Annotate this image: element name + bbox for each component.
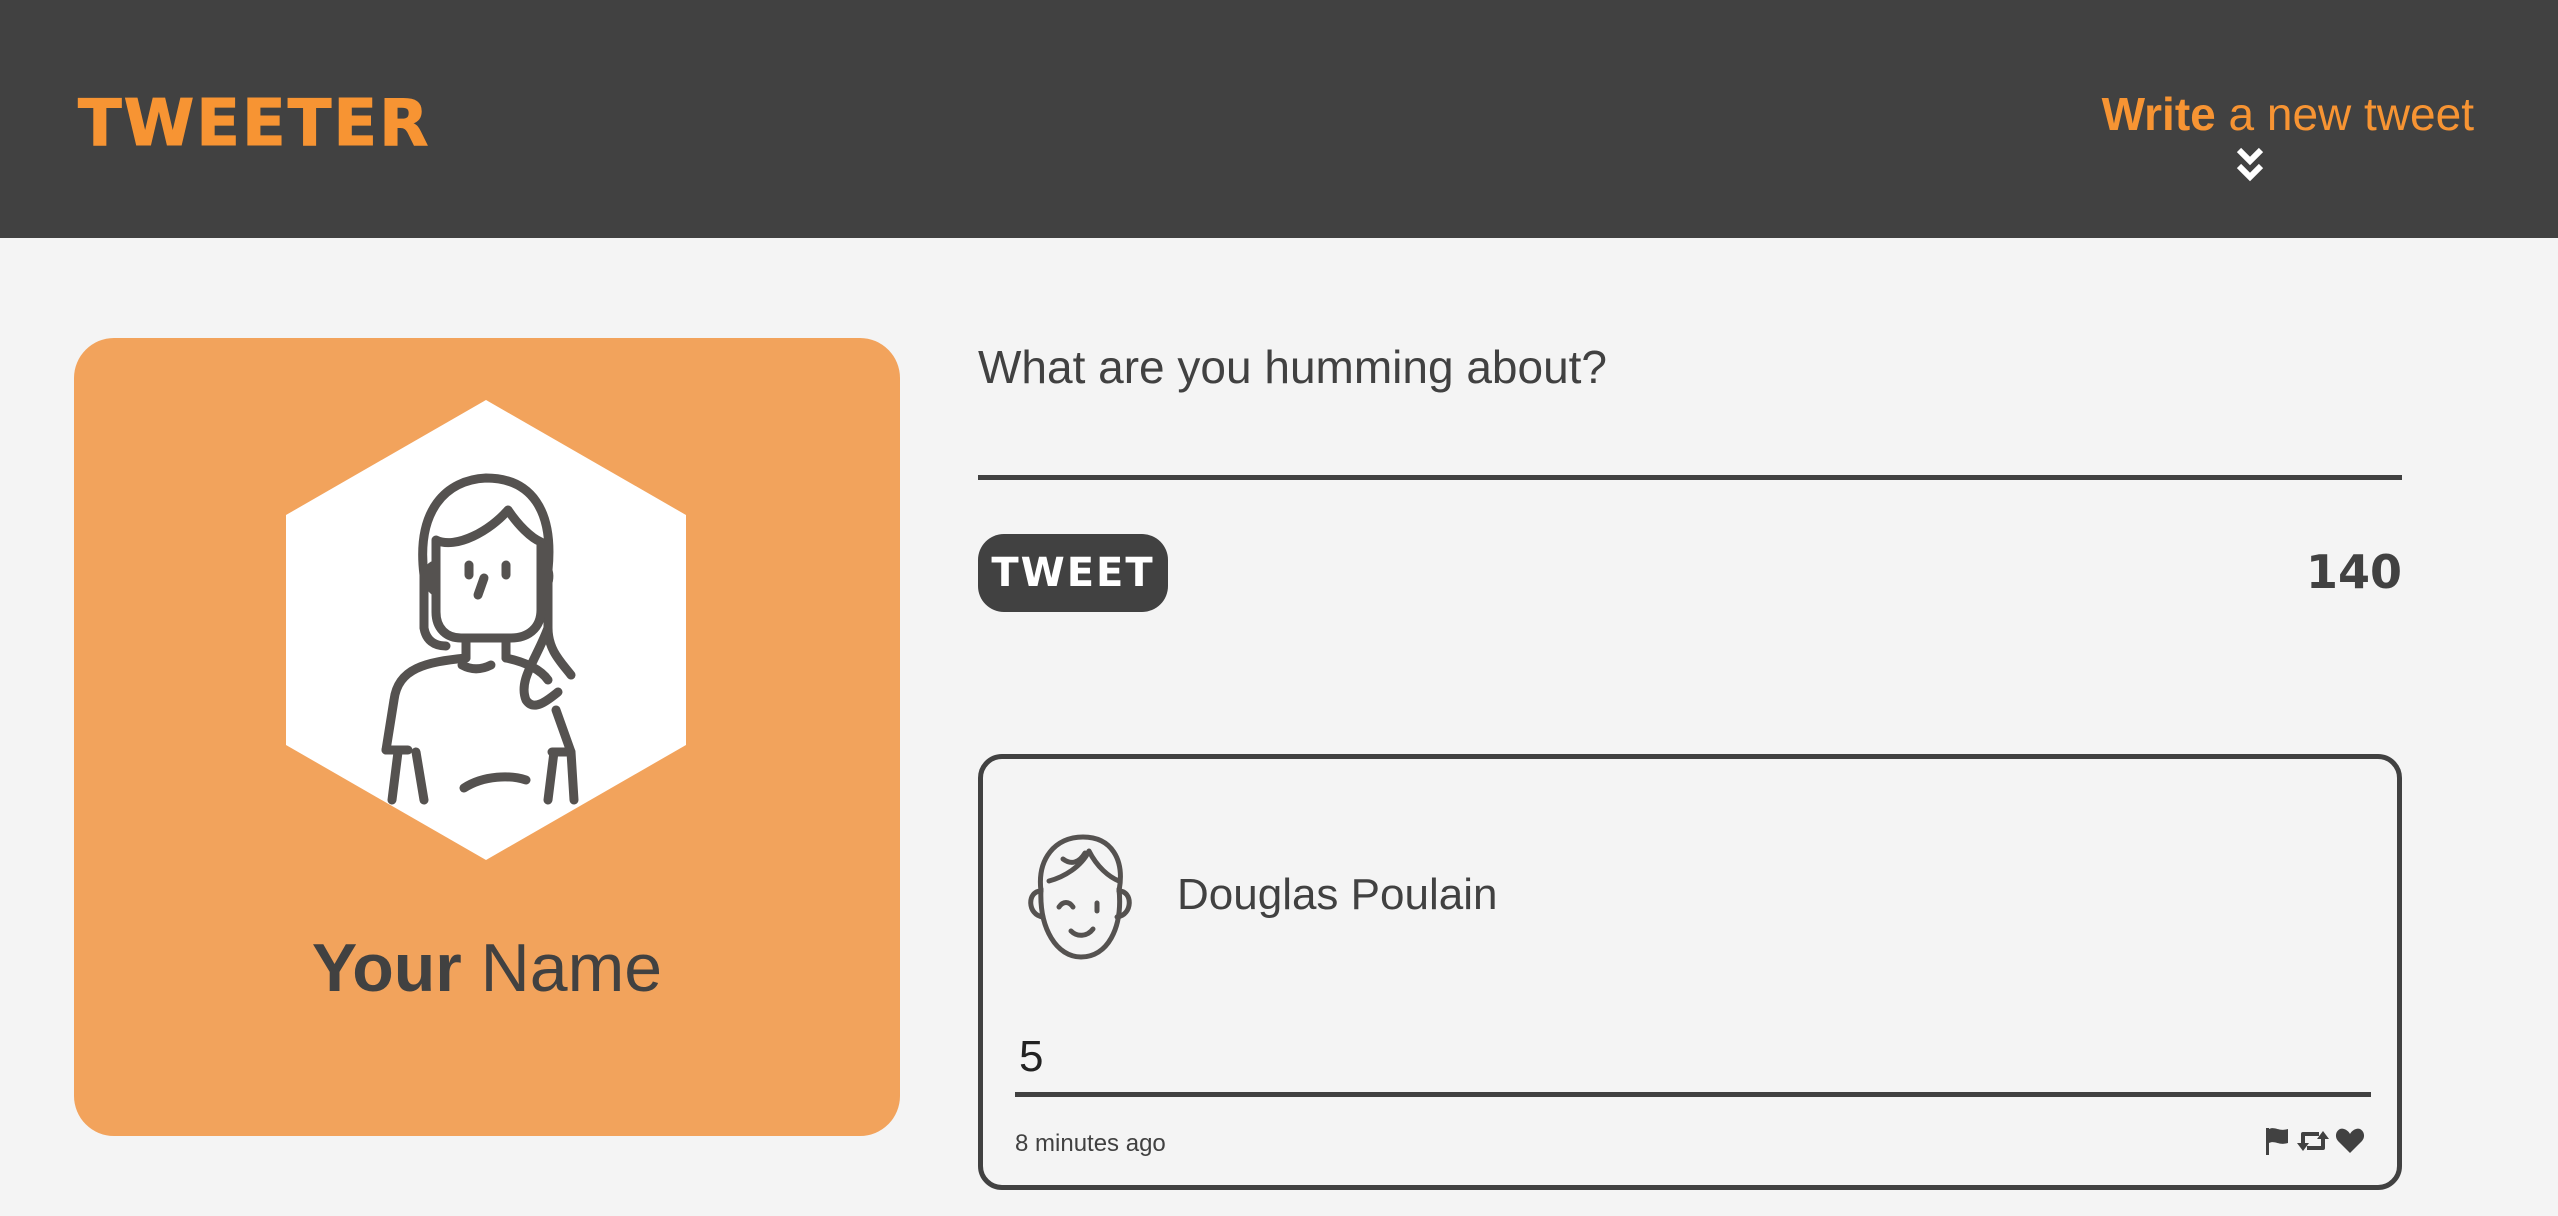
tweet-card: Douglas Poulain 5 8 minutes ago [978,754,2402,1190]
tweet-submit-button[interactable]: TWEET [978,534,1168,612]
compose-label-rest: a new tweet [2215,88,2475,140]
top-nav: TWEETER Write a new tweet [0,0,2558,238]
winking-face-avatar-icon [1028,834,1132,960]
tweet-author-name: Douglas Poulain [1177,870,1498,919]
flag-icon[interactable] [2263,1125,2291,1157]
profile-card: Your Name [74,338,900,1136]
character-counter: 140 [2305,545,2402,599]
retweet-icon[interactable] [2297,1125,2329,1157]
tweet-text-input[interactable] [978,330,2402,480]
tweet-content: 5 [1015,1027,2371,1097]
heart-icon[interactable] [2335,1125,2365,1157]
write-new-tweet-label: Write a new tweet [2054,84,2474,144]
new-tweet-form: TWEET 140 [978,330,2402,612]
female-user-icon [286,400,686,860]
compose-label-bold: Write [2101,88,2216,140]
write-new-tweet-toggle[interactable]: Write a new tweet [2054,84,2474,194]
profile-name-bold: Your [311,930,462,1006]
brand-logo[interactable]: TWEETER [77,88,430,161]
profile-name-rest: Name [461,930,663,1006]
double-chevron-down-icon[interactable] [2235,146,2265,186]
profile-name: Your Name [74,928,900,1008]
tweet-timestamp: 8 minutes ago [1015,1130,1166,1157]
tweet-actions [2263,1125,2365,1161]
